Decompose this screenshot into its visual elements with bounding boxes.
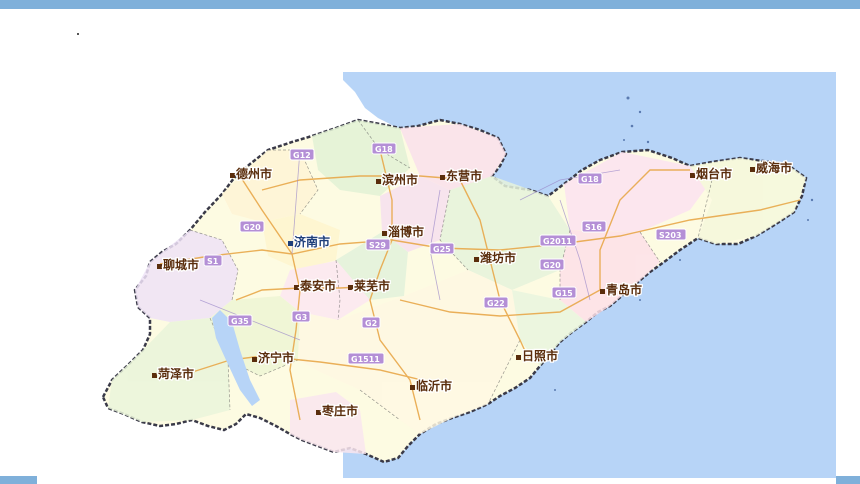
city-marker-icon bbox=[157, 264, 162, 269]
city-marker-icon bbox=[294, 285, 299, 290]
highway-shield: G15 bbox=[551, 286, 577, 299]
highway-shield: G2011 bbox=[539, 234, 577, 247]
highway-label: S203 bbox=[659, 231, 681, 240]
highway-shield: G18 bbox=[371, 142, 397, 155]
highway-shield: G2 bbox=[361, 316, 381, 329]
city-label[interactable]: 日照市 bbox=[521, 347, 560, 365]
city-marker-icon bbox=[316, 410, 321, 415]
city-label[interactable]: 聊城市 bbox=[162, 256, 201, 274]
city-label[interactable]: 临沂市 bbox=[415, 377, 454, 395]
highway-shield: G25 bbox=[429, 242, 455, 255]
highway-label: S29 bbox=[369, 241, 386, 250]
city-label[interactable]: 烟台市 bbox=[695, 165, 734, 183]
shandong-map[interactable]: G12 G18 G18 G20 S1 S29 G25 G2011 S16 S203 G20 G15 G2… bbox=[0, 0, 860, 484]
city-marker-icon bbox=[750, 167, 755, 172]
city-label[interactable]: 济宁市 bbox=[257, 349, 296, 367]
city-marker-icon bbox=[152, 373, 157, 378]
bottom-right-accent bbox=[836, 476, 860, 484]
highway-label: G1511 bbox=[351, 355, 380, 364]
city-label[interactable]: 枣庄市 bbox=[320, 402, 360, 420]
city-marker-icon bbox=[690, 173, 695, 178]
city-marker-icon bbox=[252, 357, 257, 362]
highway-label: G18 bbox=[375, 145, 393, 154]
highway-label: G2 bbox=[365, 319, 377, 328]
highway-label: G18 bbox=[581, 175, 599, 184]
highway-shield: S29 bbox=[365, 238, 391, 251]
highway-label: G25 bbox=[433, 245, 451, 254]
highway-shield: G18 bbox=[577, 172, 603, 185]
city-marker-icon bbox=[516, 355, 521, 360]
city-marker-icon bbox=[474, 257, 479, 262]
city-marker-icon bbox=[600, 289, 605, 294]
city-label[interactable]: 青岛市 bbox=[605, 281, 644, 299]
city-marker-icon bbox=[288, 241, 293, 246]
highway-shield: S203 bbox=[655, 228, 687, 241]
city-label[interactable]: 淄博市 bbox=[387, 223, 426, 241]
city-marker-icon bbox=[410, 385, 415, 390]
city-label[interactable]: 德州市 bbox=[235, 165, 274, 183]
city-label[interactable]: 济南市 bbox=[293, 233, 332, 251]
highway-shield: S1 bbox=[203, 254, 223, 267]
highway-label: S16 bbox=[585, 223, 602, 232]
highway-shield: G20 bbox=[539, 258, 565, 271]
highway-shield: G20 bbox=[239, 220, 265, 233]
city-label[interactable]: 菏泽市 bbox=[157, 365, 196, 383]
highway-shield: S16 bbox=[581, 220, 607, 233]
highway-label: G15 bbox=[555, 289, 573, 298]
bottom-left-accent bbox=[0, 476, 37, 484]
highway-label: G2011 bbox=[543, 237, 572, 246]
highway-shield: G1511 bbox=[347, 352, 385, 365]
city-label[interactable]: 威海市 bbox=[755, 159, 794, 177]
highway-label: S1 bbox=[207, 257, 219, 266]
city-label[interactable]: 东营市 bbox=[445, 167, 484, 185]
city-label[interactable]: 潍坊市 bbox=[478, 249, 518, 267]
city-marker-icon bbox=[348, 285, 353, 290]
city-label[interactable]: 莱芜市 bbox=[353, 277, 392, 295]
highway-shield: G35 bbox=[227, 314, 253, 327]
highway-label: G20 bbox=[243, 223, 261, 232]
highway-label: G22 bbox=[487, 299, 505, 308]
city-label[interactable]: 泰安市 bbox=[298, 277, 338, 295]
city-marker-icon bbox=[376, 179, 381, 184]
highway-shield: G22 bbox=[483, 296, 509, 309]
highway-label: G20 bbox=[543, 261, 561, 270]
city-marker-icon bbox=[440, 175, 445, 180]
highway-label: G3 bbox=[295, 313, 307, 322]
highway-label: G35 bbox=[231, 317, 249, 326]
highway-shield: G3 bbox=[291, 310, 311, 323]
city-marker-icon bbox=[230, 173, 235, 178]
highway-label: G12 bbox=[293, 151, 311, 160]
highway-shield: G12 bbox=[289, 148, 315, 161]
city-marker-icon bbox=[382, 231, 387, 236]
city-label[interactable]: 滨州市 bbox=[381, 171, 420, 189]
